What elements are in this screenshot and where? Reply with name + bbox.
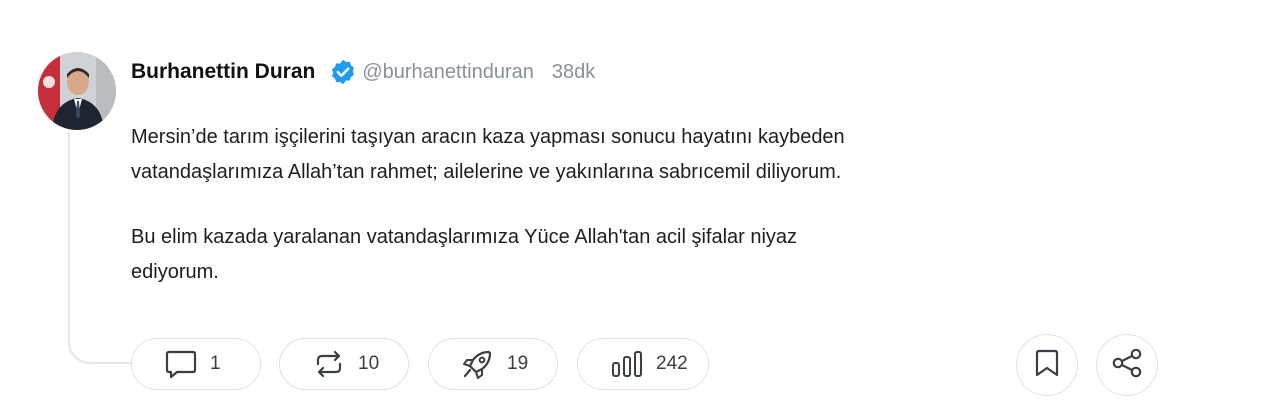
post-paragraph: Bu elim kazada yaralanan vatandaşlarımız… [131, 226, 798, 283]
post-timestamp[interactable]: 38dk [552, 61, 595, 84]
share-button[interactable] [1096, 334, 1158, 396]
repost-icon [312, 349, 346, 379]
boost-button[interactable]: 19 [428, 338, 558, 390]
share-icon [1111, 348, 1143, 383]
reply-button[interactable]: 1 [131, 338, 261, 390]
post-header: Burhanettin Duran @burhanettinduran 38dk [131, 58, 595, 86]
author-name[interactable]: Burhanettin Duran [131, 60, 315, 84]
author-handle[interactable]: @burhanettinduran [362, 61, 534, 84]
post-paragraph: Mersin’de tarım işçilerini taşıyan aracı… [131, 126, 845, 183]
boost-count: 19 [507, 353, 529, 374]
comment-icon [164, 349, 198, 379]
post-body: Mersin’de tarım işçilerini taşıyan aracı… [131, 120, 1091, 290]
repost-button[interactable]: 10 [279, 338, 409, 390]
views-count: 242 [656, 353, 688, 374]
reply-count: 1 [210, 353, 221, 374]
avatar[interactable] [38, 52, 116, 130]
verified-badge-icon [329, 58, 357, 86]
views-button[interactable]: 242 [577, 338, 709, 390]
bar-chart-icon [610, 349, 644, 379]
bookmark-button[interactable] [1016, 334, 1078, 396]
thread-line [68, 132, 140, 364]
bookmark-icon [1034, 348, 1060, 383]
rocket-icon [461, 349, 495, 379]
repost-count: 10 [358, 353, 380, 374]
avatar-image [38, 52, 116, 130]
